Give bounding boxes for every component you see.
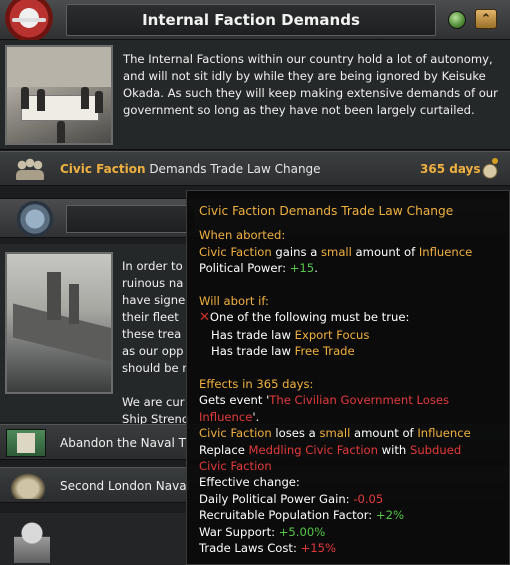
battleship-photo [5,252,113,394]
mission-row[interactable]: Civic Faction Demands Trade Law Change 3… [0,151,510,186]
abort-law-2: Has trade law Free Trade [211,344,355,359]
aborted-line-1: Civic Faction gains a small amount of In… [199,244,473,259]
mission-name: Civic Faction Demands Trade Law Change [60,162,321,176]
category-description: The Internal Factions within our country… [0,40,510,150]
event-line-1: Gets event 'The Civilian Government Lose… [199,393,450,408]
tooltip-title: Civic Faction Demands Trade Law Change [199,204,454,218]
naval-emblem-icon [12,201,58,237]
chevron-up-icon: ⌃ [480,12,492,27]
effects-header: Effects in 365 days: [199,377,314,392]
officer-portrait [14,519,50,563]
description-text: The Internal Factions within our country… [123,52,498,117]
event-line-2: Influence'. [199,409,260,424]
collapse-button[interactable]: ⌃ [475,9,497,29]
mission-days-remaining: 365 days [420,162,481,176]
meeting-photo [5,45,113,145]
timer-icon [480,158,500,180]
handshake-icon [10,473,46,499]
abort-condition: ✕One of the following must be true: [199,310,410,326]
replace-line-1: Replace Meddling Civic Faction with Subd… [199,442,462,457]
naval-category-title-plate [66,205,196,233]
abort-if-header: Will abort if: [199,294,269,309]
stat-war-support: War Support: +5.00% [199,524,326,539]
abort-law-1: Has trade law Export Focus [211,327,370,342]
unmet-condition-icon: ✕ [199,310,210,326]
loses-influence-line: Civic Faction loses a small amount of In… [199,426,471,441]
stat-trade-laws-cost: Trade Laws Cost: +15% [199,541,337,556]
treaty-document-icon [6,429,46,457]
aborted-line-2: Political Power: +15. [199,261,318,276]
status-indicator-button[interactable] [448,11,466,29]
naval-description-text: In order to ruinous na have signe their … [122,259,190,426]
stat-recruitable-population: Recruitable Population Factor: +2% [199,508,405,523]
decision-category-header: Internal Faction Demands ⌃ [0,0,510,40]
faction-people-icon [14,158,46,182]
category-title: Internal Faction Demands [66,4,436,36]
replace-line-2: Civic Faction [199,459,272,474]
when-aborted-header: When aborted: [199,228,286,243]
faction-emblem-icon [2,0,56,40]
stat-political-power: Daily Political Power Gain: -0.05 [199,491,384,506]
mission-tooltip: Civic Faction Demands Trade Law Change W… [186,190,510,565]
effective-change-label: Effective change: [199,475,300,490]
